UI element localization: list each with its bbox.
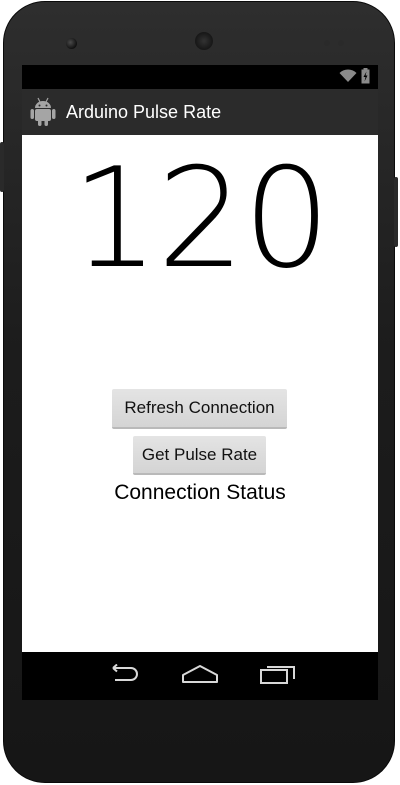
device-screen: Arduino Pulse Rate 120 Refresh Connectio… [22,65,378,700]
connection-status-text: Connection Status [114,481,286,504]
home-icon [181,664,219,689]
refresh-connection-button[interactable]: Refresh Connection [112,389,287,429]
main-content: 120 Refresh Connection Get Pulse Rate Co… [22,135,378,652]
back-icon [105,663,139,689]
earpiece-speaker [195,32,213,50]
volume-button [394,177,398,247]
app-title: Arduino Pulse Rate [66,101,222,122]
navigation-bar [22,652,378,700]
wifi-icon [339,69,357,88]
back-button[interactable] [98,660,146,692]
status-bar [22,65,378,89]
home-button[interactable] [176,660,224,692]
pulse-rate-value: 120 [71,138,330,299]
android-icon [30,97,56,127]
power-button [0,142,4,192]
front-camera [66,38,77,49]
battery-icon [361,68,370,89]
get-pulse-rate-button[interactable]: Get Pulse Rate [133,436,266,475]
action-bar: Arduino Pulse Rate [22,89,378,135]
recent-apps-icon [260,664,296,689]
light-sensor [338,40,344,46]
proximity-sensor [324,40,330,46]
recent-apps-button[interactable] [254,660,302,692]
